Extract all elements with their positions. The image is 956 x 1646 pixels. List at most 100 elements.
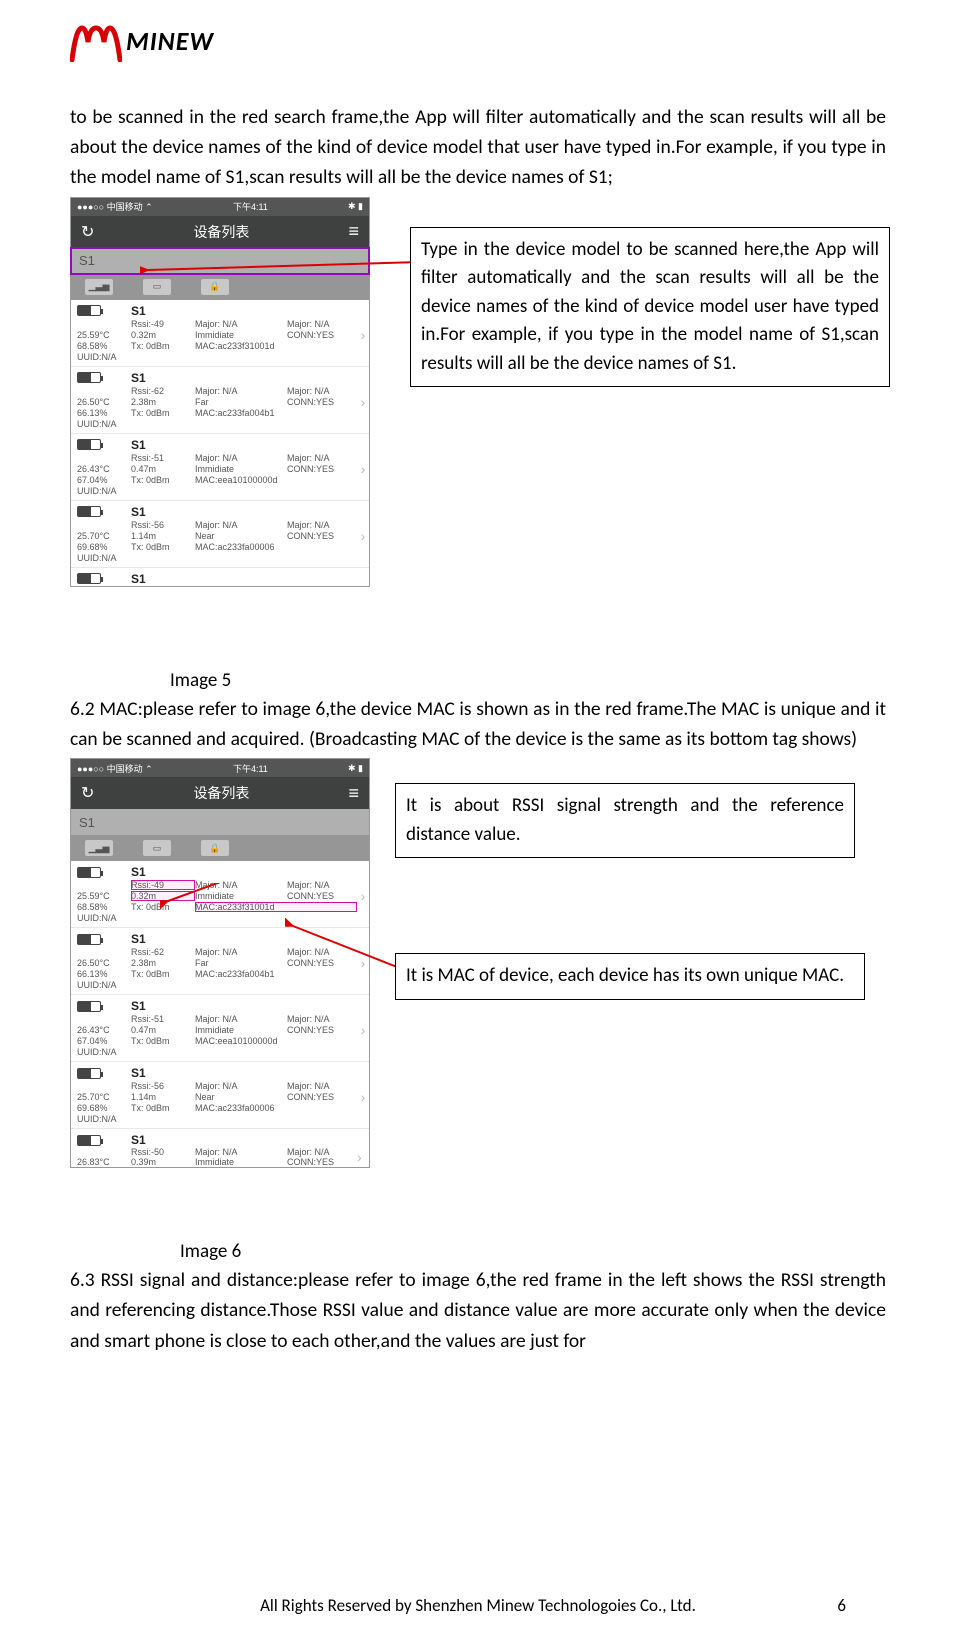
menu-icon[interactable] <box>348 783 359 804</box>
refresh-icon[interactable] <box>81 222 94 242</box>
list-item[interactable]: S1Rssi:-51Major: N/AMajor: N/A›26.43°C0.… <box>71 434 369 501</box>
list-item[interactable]: S1Rssi:-62Major: N/AMajor: N/A›26.50°C2.… <box>71 367 369 434</box>
status-center: 下午4:11 <box>233 762 268 775</box>
menu-icon[interactable] <box>348 221 359 242</box>
device-tx: Tx: 0dBm <box>131 542 195 552</box>
device-major1: Major: N/A <box>195 386 287 396</box>
sort-signal-icon[interactable]: ▁▃▅ <box>85 840 113 856</box>
sort-lock-icon[interactable]: 🔒 <box>201 279 229 295</box>
list-item[interactable]: S1Rssi:-56Major: N/AMajor: N/A›25.70°C1.… <box>71 1062 369 1129</box>
chevron-right-icon: › <box>357 319 369 351</box>
device-rssi: Rssi:-62 <box>131 947 195 957</box>
device-proximity: Immidiate <box>195 1025 287 1035</box>
battery-icon <box>77 572 131 586</box>
list-item[interactable]: S1Rssi:-49Major: N/AMajor: N/A›25.59°C0.… <box>71 861 369 928</box>
device-rssi: Rssi:-49 <box>131 319 195 329</box>
device-temp: 25.59°C <box>77 891 131 901</box>
list-item[interactable]: S1 Rssi:-50 Major: N/A Major: N/A › 26.8… <box>71 1129 369 1167</box>
device-major1: Major: N/A <box>195 520 287 530</box>
sort-bar: ▁▃▅ ▭ 🔒 <box>71 835 369 861</box>
device-battery-pct: 69.68% <box>77 1103 131 1113</box>
device-major1: Major: N/A <box>195 1081 287 1091</box>
device-battery-pct: 67.04% <box>77 475 131 485</box>
device-temp: 26.50°C <box>77 958 131 968</box>
device-rssi: Rssi:-50 <box>131 1147 195 1157</box>
device-rssi: Rssi:-49 <box>131 880 195 890</box>
list-item[interactable]: S1Rssi:-51Major: N/AMajor: N/A›26.43°C0.… <box>71 995 369 1062</box>
device-conn: CONN:YES <box>287 1157 357 1167</box>
device-rssi: Rssi:-56 <box>131 520 195 530</box>
device-conn: CONN:YES <box>287 464 357 474</box>
device-major1: Major: N/A <box>195 880 287 890</box>
search-input[interactable]: S1 <box>71 248 369 274</box>
device-major2: Major: N/A <box>287 880 357 890</box>
device-name: S1 <box>131 304 369 318</box>
device-conn: CONN:YES <box>287 531 357 541</box>
status-center: 下午4:11 <box>233 200 268 213</box>
page-number: 6 <box>837 1595 846 1616</box>
sort-bar: ▁▃▅ ▭ 🔒 <box>71 274 369 300</box>
device-name: S1 <box>131 505 369 519</box>
image5-caption: Image 5 <box>170 669 886 692</box>
device-battery-pct: 66.13% <box>77 969 131 979</box>
sort-card-icon[interactable]: ▭ <box>143 840 171 856</box>
device-major2: Major: N/A <box>287 386 357 396</box>
device-major2: Major: N/A <box>287 1014 357 1024</box>
callout-text: Type in the device model to be scanned h… <box>421 238 879 375</box>
device-temp: 26.43°C <box>77 464 131 474</box>
status-bar: ●●●○○ 中国移动 ⌃ 下午4:11 ✱ ▮ <box>71 198 369 216</box>
app-header: 设备列表 <box>71 777 369 809</box>
device-temp: 26.50°C <box>77 397 131 407</box>
battery-icon <box>77 1133 131 1147</box>
device-rssi: Rssi:-51 <box>131 453 195 463</box>
device-mac: MAC:ac233f31001d <box>195 341 357 351</box>
device-uuid: UUID:N/A <box>77 980 369 990</box>
device-uuid: UUID:N/A <box>77 1114 369 1124</box>
status-bar: ●●●○○ 中国移动 ⌃ 下午4:11 ✱ ▮ <box>71 759 369 777</box>
device-conn: CONN:YES <box>287 891 357 901</box>
sort-lock-icon[interactable]: 🔒 <box>201 840 229 856</box>
device-mac: MAC:eea10100000d <box>195 1036 357 1046</box>
device-distance: 0.32m <box>131 891 195 901</box>
device-major2: Major: N/A <box>287 947 357 957</box>
callout-text: It is MAC of device, each device has its… <box>406 964 844 987</box>
device-major2: Major: N/A <box>287 319 357 329</box>
chevron-right-icon: › <box>357 520 369 552</box>
device-name: S1 <box>131 371 369 385</box>
status-left: ●●●○○ 中国移动 ⌃ <box>77 200 153 213</box>
device-major1: Major: N/A <box>195 1147 287 1157</box>
device-major1: Major: N/A <box>195 1014 287 1024</box>
callout-box-2: It is about RSSI signal strength and the… <box>395 783 855 858</box>
refresh-icon[interactable] <box>81 783 94 803</box>
device-proximity: Far <box>195 397 287 407</box>
device-proximity: Immidiate <box>195 891 287 901</box>
image6-caption: Image 6 <box>180 1240 886 1263</box>
device-tx: Tx: 0dBm <box>131 902 195 912</box>
list-item[interactable]: S1 <box>71 568 369 586</box>
footer-text: All Rights Reserved by Shenzhen Minew Te… <box>0 1595 956 1616</box>
sort-signal-icon[interactable]: ▁▃▅ <box>85 279 113 295</box>
body-paragraph-1: to be scanned in the red search frame,th… <box>70 102 886 193</box>
list-item[interactable]: S1Rssi:-49Major: N/AMajor: N/A›25.59°C0.… <box>71 300 369 367</box>
device-tx: Tx: 0dBm <box>131 341 195 351</box>
battery-icon <box>77 932 131 946</box>
search-input[interactable]: S1 <box>71 809 369 835</box>
device-proximity: Immidiate <box>195 330 287 340</box>
status-right: ✱ ▮ <box>348 201 363 212</box>
battery-icon <box>77 999 131 1013</box>
device-uuid: UUID:N/A <box>77 419 369 429</box>
device-proximity: Far <box>195 958 287 968</box>
device-temp: 25.70°C <box>77 531 131 541</box>
battery-icon <box>77 304 131 318</box>
logo-icon <box>70 20 122 62</box>
device-name: S1 <box>131 932 369 946</box>
device-distance: 1.14m <box>131 1092 195 1102</box>
device-battery-pct: 67.04% <box>77 1036 131 1046</box>
sort-card-icon[interactable]: ▭ <box>143 279 171 295</box>
device-uuid: UUID:N/A <box>77 553 369 563</box>
device-battery-pct: 66.13% <box>77 408 131 418</box>
list-item[interactable]: S1Rssi:-56Major: N/AMajor: N/A›25.70°C1.… <box>71 501 369 568</box>
list-item[interactable]: S1Rssi:-62Major: N/AMajor: N/A›26.50°C2.… <box>71 928 369 995</box>
device-uuid: UUID:N/A <box>77 1047 369 1057</box>
device-major2: Major: N/A <box>287 1147 357 1157</box>
